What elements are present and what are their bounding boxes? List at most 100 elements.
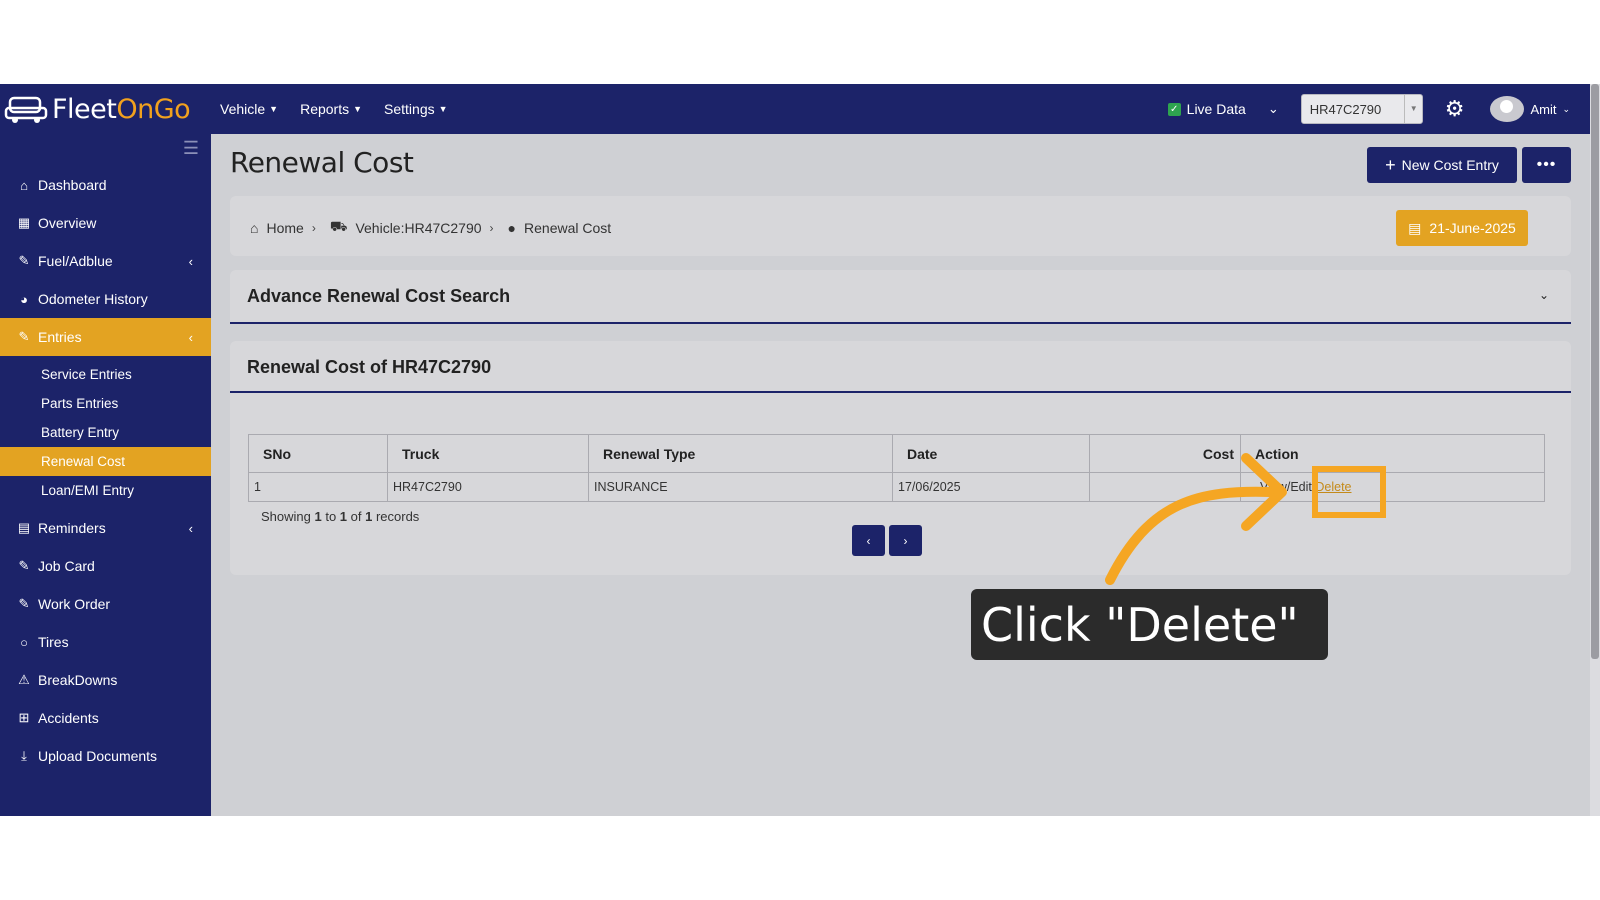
sidebar-item-reminders[interactable]: ▤ Reminders ‹ bbox=[0, 509, 211, 547]
summary-suffix: records bbox=[372, 509, 420, 524]
sidebar-item-label: Entries bbox=[38, 329, 82, 345]
submenu-item-renewal-cost[interactable]: Renewal Cost bbox=[0, 447, 211, 476]
brand-word-1: Fleet bbox=[52, 93, 117, 125]
nav-vehicle[interactable]: Vehicle ▼ bbox=[220, 101, 278, 117]
breadcrumb-current: Renewal Cost bbox=[524, 219, 612, 236]
breadcrumb-home[interactable]: Home bbox=[266, 220, 303, 236]
cell-date: 17/06/2025 bbox=[892, 472, 1090, 502]
chevron-down-icon[interactable]: ⌄ bbox=[1539, 288, 1549, 302]
sidebar-item-upload-documents[interactable]: ⤓ Upload Documents bbox=[0, 737, 211, 775]
sidebar-item-fuel-adblue[interactable]: ✎ Fuel/Adblue ‹ bbox=[0, 242, 211, 280]
column-header-renewal-type[interactable]: Renewal Type bbox=[588, 434, 893, 473]
nav-reports[interactable]: Reports ▼ bbox=[300, 101, 362, 117]
brand-word-2: OnGo bbox=[116, 93, 191, 125]
chevron-down-icon[interactable]: ⌄ bbox=[1268, 101, 1279, 117]
hamburger-icon[interactable]: ☰ bbox=[183, 138, 199, 159]
summary-from: 1 bbox=[314, 509, 322, 524]
submenu-item-loan-emi-entry[interactable]: Loan/EMI Entry bbox=[0, 476, 211, 505]
column-header-action: Action bbox=[1240, 434, 1545, 473]
submenu-item-parts-entries[interactable]: Parts Entries bbox=[0, 389, 211, 418]
app-window: Fleet OnGo Vehicle ▼ Reports ▼ Settings ▼ ✓ … bbox=[0, 84, 1600, 816]
top-menu: Vehicle ▼ Reports ▼ Settings ▼ bbox=[220, 101, 448, 117]
next-page-button[interactable]: › bbox=[889, 525, 922, 556]
divider bbox=[230, 391, 1571, 393]
scrollbar-thumb[interactable] bbox=[1591, 84, 1599, 659]
warning-icon: ⚠ bbox=[18, 672, 30, 687]
prev-page-button[interactable]: ‹ bbox=[852, 525, 885, 556]
checkbox-checked-icon[interactable]: ✓ bbox=[1167, 102, 1181, 116]
download-icon: ⤓ bbox=[21, 748, 27, 763]
calendar-icon: ▤ bbox=[1408, 219, 1422, 236]
sidebar-item-overview[interactable]: ▦ Overview bbox=[0, 204, 211, 242]
cell-truck: HR47C2790 bbox=[387, 472, 589, 502]
user-name: Amit bbox=[1530, 101, 1557, 117]
submenu-item-battery-entry[interactable]: Battery Entry bbox=[0, 418, 211, 447]
chevron-right-icon: › bbox=[311, 220, 316, 235]
sidebar-item-label: Reminders bbox=[38, 520, 106, 536]
live-data-toggle[interactable]: ✓ Live Data bbox=[1167, 101, 1246, 117]
nav-settings[interactable]: Settings ▼ bbox=[384, 101, 448, 117]
cell-sno: 1 bbox=[248, 472, 388, 502]
sidebar-item-tires[interactable]: ○ Tires bbox=[0, 623, 211, 661]
vertical-scrollbar[interactable] bbox=[1590, 84, 1600, 816]
column-header-truck[interactable]: Truck bbox=[387, 434, 589, 473]
breadcrumb-vehicle[interactable]: Vehicle:HR47C2790 bbox=[355, 220, 481, 236]
chevron-down-icon: ▼ bbox=[438, 104, 448, 114]
view-edit-links[interactable]: View/Edit/ bbox=[1246, 480, 1315, 494]
breadcrumb: ⌂ Home › ⛟ Vehicle:HR47C2790 › ● Renewal C… bbox=[250, 218, 611, 237]
cell-action: View/Edit/Delete bbox=[1240, 472, 1545, 502]
truck-icon: ⛟ bbox=[329, 218, 348, 234]
edit-icon: ✎ bbox=[18, 253, 30, 268]
more-options-button[interactable]: ••• bbox=[1522, 147, 1571, 183]
user-menu[interactable]: Amit ⌄ bbox=[1490, 96, 1570, 122]
column-header-cost[interactable]: Cost bbox=[1089, 434, 1241, 473]
new-cost-entry-button[interactable]: + New Cost Entry bbox=[1367, 147, 1517, 183]
circle-icon: ○ bbox=[20, 634, 28, 650]
column-header-sno[interactable]: SNo bbox=[248, 434, 388, 473]
sidebar-item-entries[interactable]: ✎ Entries ‹ bbox=[0, 318, 211, 356]
top-navbar: Fleet OnGo Vehicle ▼ Reports ▼ Settings ▼ ✓ … bbox=[0, 84, 1590, 134]
plus-square-icon: ⊞ bbox=[18, 710, 30, 725]
advanced-search-title: Advance Renewal Cost Search bbox=[247, 286, 511, 306]
gear-icon[interactable]: ⚙ bbox=[1445, 96, 1465, 122]
vehicle-select-value: HR47C2790 bbox=[1309, 101, 1382, 117]
advanced-search-panel[interactable]: Advance Renewal Cost Search ⌄ bbox=[230, 270, 1571, 324]
sidebar-item-label: Work Order bbox=[38, 596, 111, 612]
drop-icon: ● bbox=[507, 219, 517, 236]
chevron-right-icon: › bbox=[489, 220, 494, 235]
sidebar-item-label: Job Card bbox=[38, 558, 95, 574]
breadcrumb-bar: ⌂ Home › ⛟ Vehicle:HR47C2790 › ● Renewal C… bbox=[230, 196, 1571, 256]
sidebar-item-job-card[interactable]: ✎ Job Card bbox=[0, 547, 211, 585]
submenu-item-service-entries[interactable]: Service Entries bbox=[0, 360, 211, 389]
home-icon: ⌂ bbox=[250, 219, 259, 236]
avatar bbox=[1490, 96, 1525, 122]
sidebar-item-label: Overview bbox=[38, 215, 97, 231]
sidebar-item-dashboard[interactable]: ⌂ Dashboard bbox=[0, 166, 211, 204]
sidebar-item-label: Accidents bbox=[38, 710, 99, 726]
date-label: 21-June-2025 bbox=[1429, 220, 1516, 236]
calendar-icon: ▤ bbox=[17, 520, 31, 535]
results-panel: Renewal Cost of HR47C2790 SNo Truck Rene… bbox=[230, 341, 1571, 575]
brand-logo[interactable]: Fleet OnGo bbox=[4, 92, 210, 126]
column-header-date[interactable]: Date bbox=[892, 434, 1090, 473]
entries-submenu: Service Entries Parts Entries Battery En… bbox=[0, 356, 211, 509]
sidebar-item-accidents[interactable]: ⊞ Accidents bbox=[0, 699, 211, 737]
page-title: Renewal Cost bbox=[230, 146, 414, 179]
home-icon: ⌂ bbox=[20, 177, 28, 193]
nav-settings-label: Settings bbox=[384, 101, 435, 117]
records-summary: Showing 1 to 1 of 1 records bbox=[261, 509, 419, 524]
sidebar-item-label: Fuel/Adblue bbox=[38, 253, 113, 269]
dropdown-arrow-icon: ▼ bbox=[1403, 95, 1418, 123]
edit-icon: ✎ bbox=[18, 329, 30, 344]
sidebar-menu: ⌂ Dashboard ▦ Overview ✎ Fuel/Adblue ‹ ◕ Odom… bbox=[0, 166, 211, 775]
sidebar-item-work-order[interactable]: ✎ Work Order bbox=[0, 585, 211, 623]
live-data-label: Live Data bbox=[1186, 101, 1246, 117]
chevron-down-icon: ▼ bbox=[353, 104, 363, 114]
vehicle-select[interactable]: HR47C2790 ▼ bbox=[1300, 94, 1423, 124]
chevron-down-icon: ⌄ bbox=[1562, 103, 1570, 114]
sidebar-item-breakdowns[interactable]: ⚠ BreakDowns bbox=[0, 661, 211, 699]
edit-icon: ✎ bbox=[18, 558, 30, 573]
gauge-icon: ◕ bbox=[20, 291, 28, 307]
sidebar-item-odometer-history[interactable]: ◕ Odometer History bbox=[0, 280, 211, 318]
date-button[interactable]: ▤ 21-June-2025 bbox=[1396, 210, 1528, 246]
